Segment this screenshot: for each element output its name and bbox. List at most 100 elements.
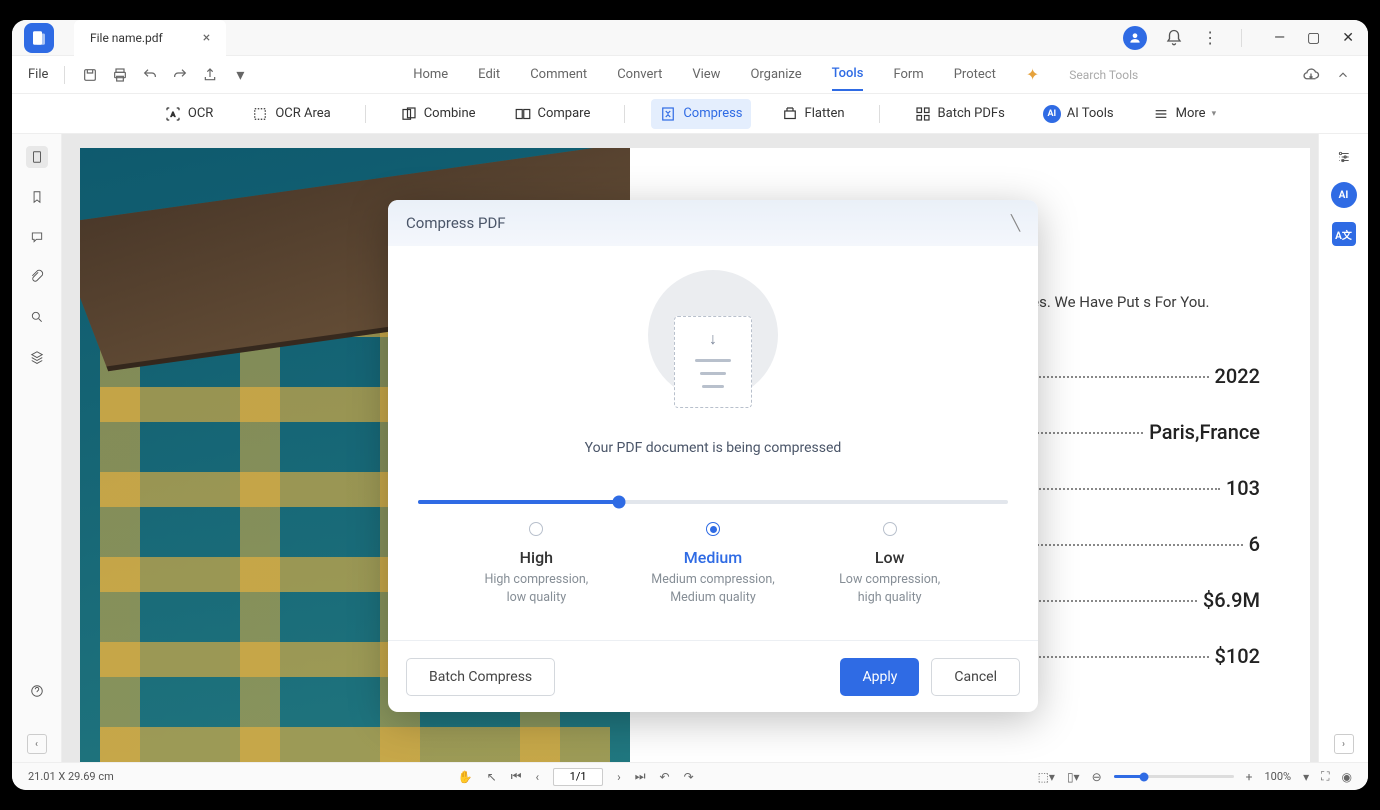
zoom-slider[interactable]	[1114, 775, 1234, 778]
titlebar: File name.pdf × ⋮ — ▢ ✕	[12, 20, 1368, 56]
file-menu[interactable]: File	[28, 67, 48, 82]
compress-button[interactable]: Compress	[651, 99, 750, 129]
next-page-icon[interactable]: ›	[617, 770, 621, 784]
stat-value: 2022	[1215, 357, 1260, 395]
option-low[interactable]: Low Low compression, high quality	[801, 522, 978, 606]
zoom-out-icon[interactable]: ⊖	[1092, 770, 1102, 784]
settings-icon[interactable]	[1333, 146, 1355, 168]
ai-tools-button[interactable]: AI AI Tools	[1035, 99, 1122, 129]
flatten-button[interactable]: Flatten	[773, 99, 853, 129]
slider-thumb[interactable]	[612, 496, 625, 509]
prev-page-icon[interactable]: ‹	[536, 770, 540, 784]
right-sidebar-collapse-icon[interactable]: ›	[1334, 734, 1354, 754]
close-icon[interactable]: ✕	[1342, 30, 1354, 46]
sidebar-collapse-icon[interactable]: ‹	[27, 734, 47, 754]
combine-button[interactable]: Combine	[392, 99, 484, 129]
ocr-area-button[interactable]: OCR Area	[243, 99, 338, 129]
hand-tool-icon[interactable]: ✋	[458, 770, 473, 784]
bookmarks-icon[interactable]	[26, 186, 48, 208]
more-button[interactable]: More ▾	[1144, 99, 1224, 129]
last-page-icon[interactable]: ⏭	[635, 769, 646, 784]
dropdown-icon[interactable]: ▾	[231, 66, 249, 84]
main-menu: Home Edit Comment Convert View Organize …	[249, 58, 1302, 91]
menu-view[interactable]: View	[692, 59, 720, 90]
batch-compress-button[interactable]: Batch Compress	[406, 658, 555, 696]
option-high-title: High	[448, 548, 625, 567]
stat-value: $6.9M	[1203, 581, 1260, 619]
radio-low[interactable]	[883, 522, 897, 536]
thumbnails-icon[interactable]	[26, 146, 48, 168]
batch-icon	[914, 105, 932, 123]
search-tools-input[interactable]: Search Tools	[1069, 68, 1138, 82]
cloud-icon[interactable]	[1302, 66, 1320, 84]
ai-panel-icon[interactable]: AI	[1331, 182, 1357, 208]
stat-value: $102	[1215, 637, 1260, 675]
save-icon[interactable]	[81, 66, 99, 84]
zoom-in-icon[interactable]: +	[1246, 770, 1253, 784]
fullscreen-icon[interactable]: ⛶	[1321, 769, 1329, 784]
ocr-icon: A	[164, 105, 182, 123]
dialog-title: Compress PDF	[406, 214, 506, 232]
compare-button[interactable]: Compare	[506, 99, 599, 129]
translate-icon[interactable]: A文	[1332, 222, 1356, 246]
maximize-icon[interactable]: ▢	[1307, 30, 1320, 46]
first-page-icon[interactable]: ⏮	[511, 769, 522, 784]
stat-value: Paris,France	[1149, 413, 1260, 451]
flatten-icon	[781, 105, 799, 123]
page-dimensions: 21.01 X 29.69 cm	[28, 770, 114, 783]
print-icon[interactable]	[111, 66, 129, 84]
tools-toolbar: A OCR OCR Area Combine Compare Compress …	[12, 94, 1368, 134]
attachments-icon[interactable]	[26, 266, 48, 288]
tab-close-icon[interactable]: ×	[203, 30, 210, 46]
user-avatar[interactable]	[1123, 26, 1147, 50]
ocr-area-icon	[251, 105, 269, 123]
dialog-close-icon[interactable]: ╲	[1011, 214, 1020, 232]
menu-protect[interactable]: Protect	[954, 59, 996, 90]
help-icon[interactable]	[26, 680, 48, 702]
read-mode-icon[interactable]: ◉	[1342, 770, 1352, 784]
collapse-ribbon-icon[interactable]	[1334, 66, 1352, 84]
menu-comment[interactable]: Comment	[530, 59, 587, 90]
lightbulb-icon: ✦	[1026, 65, 1039, 84]
menu-form[interactable]: Form	[893, 59, 923, 90]
cancel-button[interactable]: Cancel	[931, 658, 1020, 696]
svg-text:A: A	[171, 110, 176, 118]
batch-pdfs-button[interactable]: Batch PDFs	[906, 99, 1013, 129]
option-medium-title: Medium	[625, 548, 802, 567]
ocr-button[interactable]: A OCR	[156, 99, 221, 129]
fit-page-icon[interactable]: ▯▾	[1067, 770, 1080, 784]
rotate-left-icon[interactable]: ↶	[660, 770, 670, 784]
redo-icon[interactable]	[171, 66, 189, 84]
menubar: File ▾ Home Edit Comment Convert View Or…	[12, 56, 1368, 94]
menu-home[interactable]: Home	[413, 59, 448, 90]
option-low-desc: Low compression, high quality	[801, 571, 978, 606]
layers-icon[interactable]	[26, 346, 48, 368]
fit-width-icon[interactable]: ⬚▾	[1038, 770, 1055, 784]
bell-icon[interactable]	[1165, 29, 1183, 47]
menu-edit[interactable]: Edit	[478, 59, 500, 90]
menu-tools[interactable]: Tools	[832, 58, 864, 91]
document-tab[interactable]: File name.pdf ×	[74, 20, 226, 56]
radio-high[interactable]	[529, 522, 543, 536]
undo-icon[interactable]	[141, 66, 159, 84]
compress-illustration: ↓	[643, 270, 783, 410]
chevron-down-icon: ▾	[1212, 109, 1217, 119]
compression-slider[interactable]	[418, 500, 1008, 504]
menu-organize[interactable]: Organize	[750, 59, 801, 90]
minimize-icon[interactable]: —	[1274, 30, 1285, 46]
zoom-dropdown-icon[interactable]: ▾	[1303, 770, 1309, 784]
radio-medium[interactable]	[706, 522, 720, 536]
comments-icon[interactable]	[26, 226, 48, 248]
more-vertical-icon[interactable]: ⋮	[1201, 29, 1219, 47]
option-high[interactable]: High High compression, low quality	[448, 522, 625, 606]
search-icon[interactable]	[26, 306, 48, 328]
share-icon[interactable]	[201, 66, 219, 84]
select-tool-icon[interactable]: ↖	[487, 770, 497, 784]
menu-convert[interactable]: Convert	[617, 59, 662, 90]
apply-button[interactable]: Apply	[840, 658, 919, 696]
page-input[interactable]	[553, 768, 603, 786]
right-sidebar: AI A文 ›	[1318, 134, 1368, 762]
app-logo[interactable]	[24, 23, 54, 53]
rotate-right-icon[interactable]: ↷	[684, 770, 694, 784]
option-medium[interactable]: Medium Medium compression, Medium qualit…	[625, 522, 802, 606]
